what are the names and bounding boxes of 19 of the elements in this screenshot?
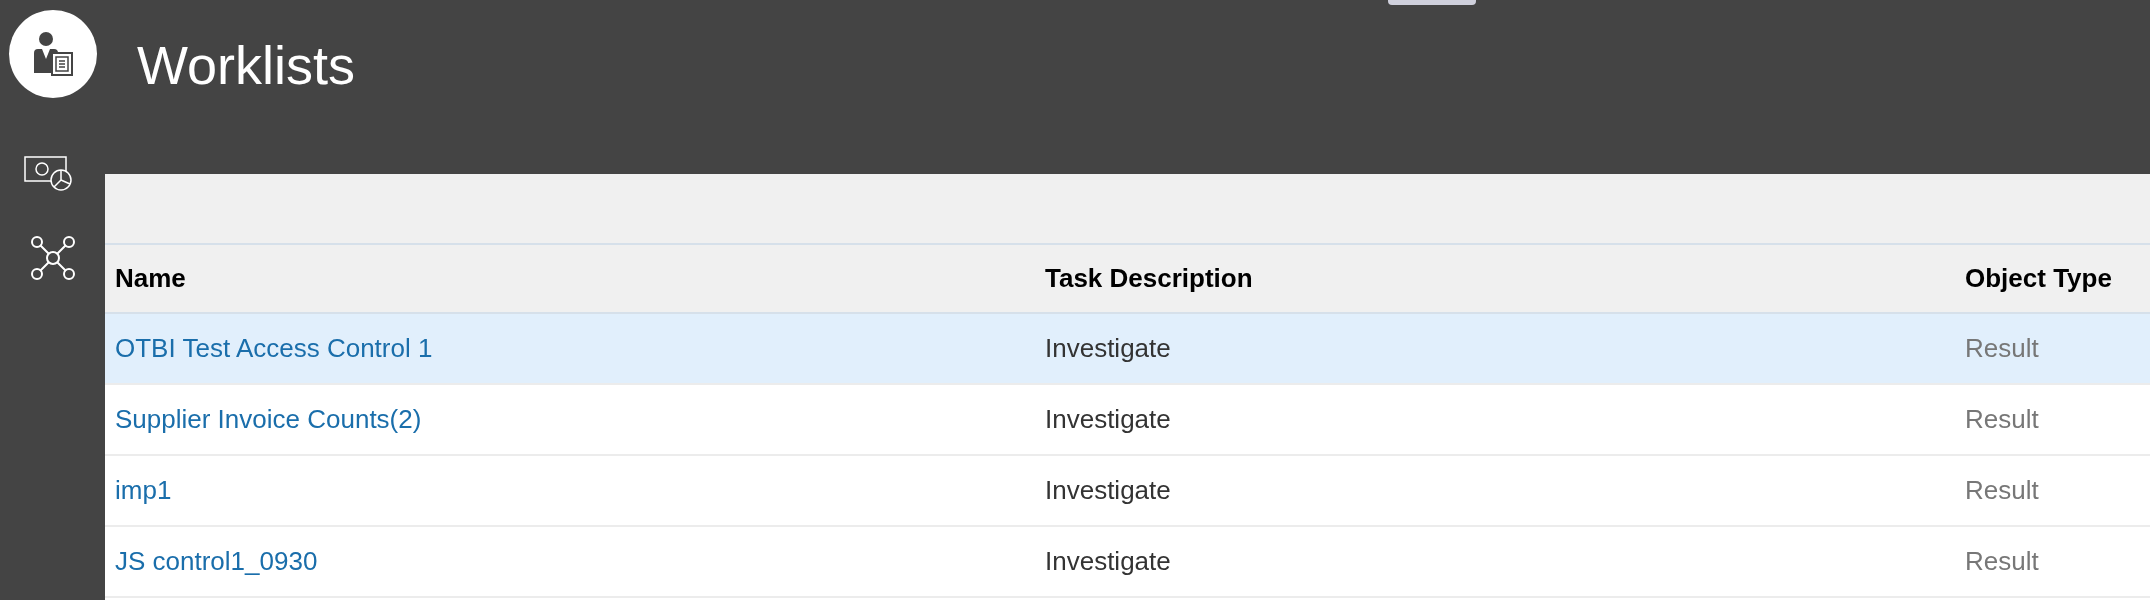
- table-cell-text: Investigate: [1044, 545, 1172, 578]
- table-cell-text: Result: [1964, 545, 2040, 578]
- network-nodes-icon[interactable]: [28, 234, 77, 282]
- item-link[interactable]: Supplier Invoice Counts(2): [105, 400, 1035, 439]
- table-cell-text: Investigate: [1044, 332, 1172, 365]
- column-header[interactable]: Object Type: [1955, 259, 2150, 298]
- table-cell-text: Result: [1964, 474, 2040, 507]
- page-title: Worklists: [137, 38, 355, 92]
- column-header[interactable]: Task Description: [1035, 259, 1955, 298]
- table-cell-text: Investigate: [1044, 474, 1172, 507]
- table-cell-text: Investigate: [1044, 403, 1172, 436]
- column-header[interactable]: Name: [105, 259, 1035, 298]
- top-tab-handle[interactable]: [1388, 0, 1476, 5]
- table-cell-text: Result: [1964, 403, 2040, 436]
- table-row[interactable]: OTBI Test Access Control 1 Investigate Result: [105, 314, 2150, 385]
- item-link[interactable]: JS control1_0930: [105, 542, 1035, 581]
- item-link[interactable]: OTBI Test Access Control 1: [105, 329, 1035, 368]
- item-link[interactable]: imp1: [105, 471, 1035, 510]
- table-cell-text: Result: [1964, 332, 2040, 365]
